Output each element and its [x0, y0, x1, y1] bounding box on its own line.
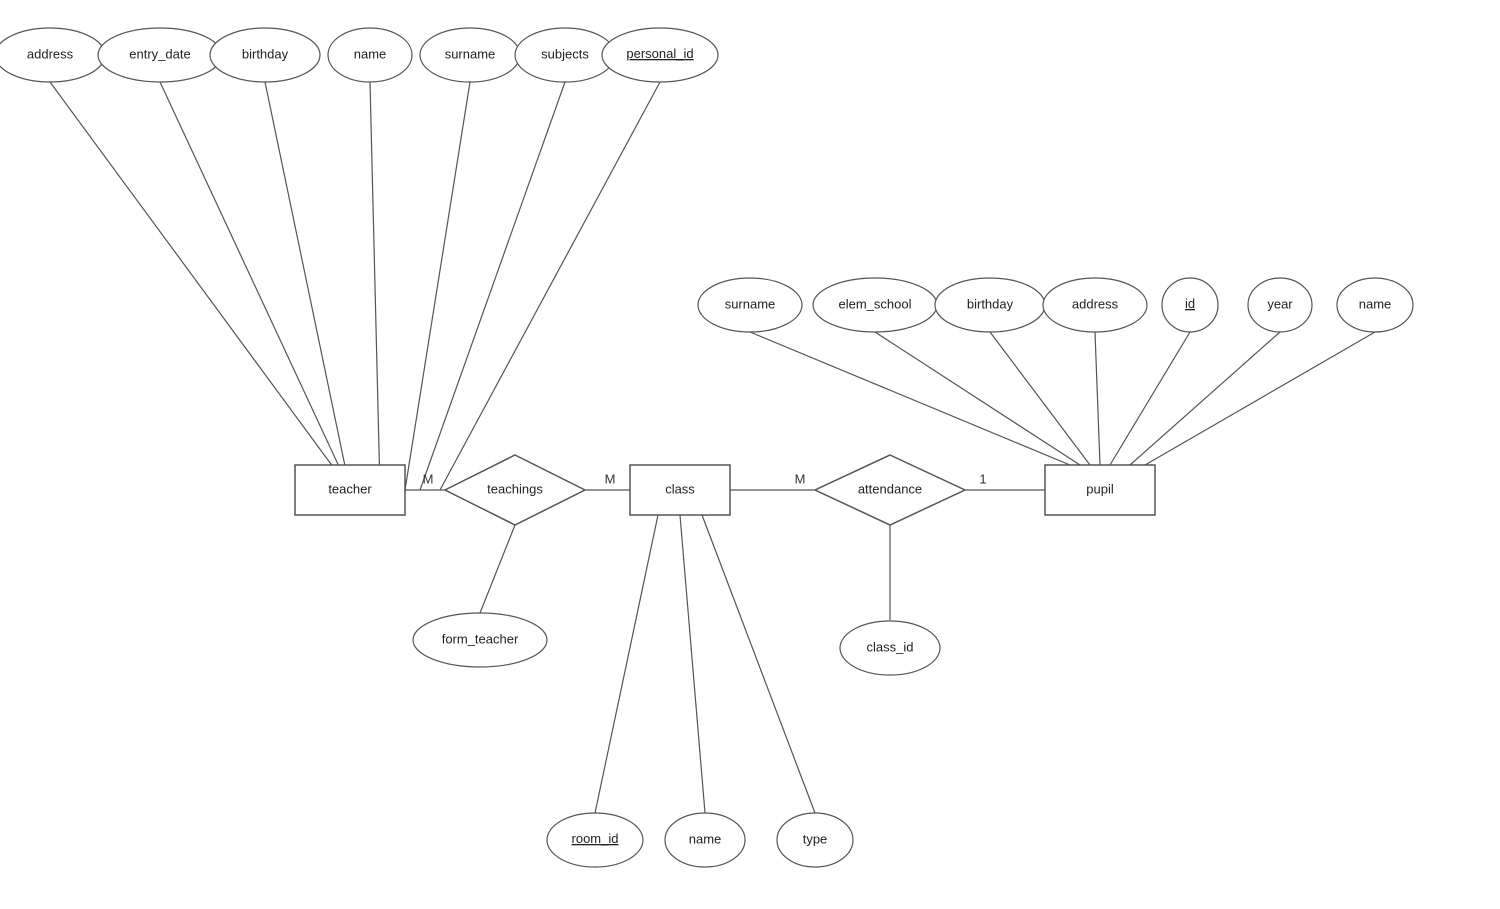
attr-room-id-label: room_id: [572, 831, 619, 846]
relation-teachings-label: teachings: [487, 481, 543, 496]
attr-elem-school-label: elem_school: [839, 296, 912, 311]
attr-year-pupil-label: year: [1267, 296, 1293, 311]
attr-form-teacher-label: form_teacher: [442, 631, 519, 646]
attr-subjects-label: subjects: [541, 46, 589, 61]
attr-name-class-label: name: [689, 831, 722, 846]
attr-entry-date-label: entry_date: [129, 46, 190, 61]
attr-surname-pupil-label: surname: [725, 296, 776, 311]
attr-birthday-teacher-label: birthday: [242, 46, 289, 61]
attr-surname-teacher-label: surname: [445, 46, 496, 61]
card-attendance-pupil: 1: [979, 471, 986, 486]
relation-attendance-label: attendance: [858, 481, 922, 496]
attr-address-teacher-label: address: [27, 46, 74, 61]
attr-personal-id-label: personal_id: [626, 46, 693, 61]
attr-id-pupil-label: id: [1185, 296, 1195, 311]
er-diagram: address entry_date birthday name surname…: [0, 0, 1500, 904]
card-class-attendance: M: [795, 471, 806, 486]
attr-class-id-label: class_id: [867, 639, 914, 654]
card-teacher-teachings: M: [423, 471, 434, 486]
attr-name-teacher-label: name: [354, 46, 387, 61]
entity-pupil-label: pupil: [1086, 481, 1114, 496]
card-teachings-class: M: [605, 471, 616, 486]
entity-class-label: class: [665, 481, 695, 496]
attr-birthday-pupil-label: birthday: [967, 296, 1014, 311]
attr-name-pupil-label: name: [1359, 296, 1392, 311]
attr-address-pupil-label: address: [1072, 296, 1119, 311]
attr-type-class-label: type: [803, 831, 828, 846]
entity-teacher-label: teacher: [328, 481, 372, 496]
